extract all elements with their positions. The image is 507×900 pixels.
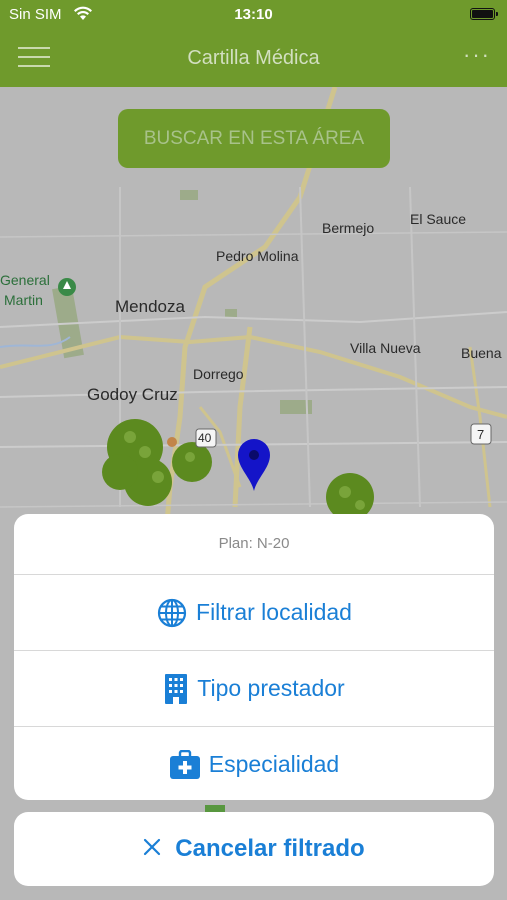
map-label-dorrego: Dorrego [193, 366, 244, 382]
provider-type-label: Tipo prestador [197, 675, 345, 701]
battery-icon [470, 8, 498, 20]
location-pin-icon[interactable] [237, 438, 271, 492]
map-label-el-sauce: El Sauce [410, 211, 467, 227]
specialty-button[interactable]: Especialidad [14, 727, 494, 800]
medical-kit-icon [169, 749, 201, 780]
cancel-filter-button[interactable]: Cancelar filtrado [14, 812, 494, 886]
status-bar: Sin SIM 13:10 [0, 0, 507, 30]
map-label-martin: Martin [4, 292, 43, 308]
plan-label: Plan: N-20 [14, 514, 494, 575]
close-icon [143, 835, 161, 863]
route-badge-7: 7 [477, 427, 485, 442]
map-label-buena: Buena [461, 345, 502, 361]
search-this-area-button[interactable]: BUSCAR EN ESTA ÁREA [118, 109, 390, 168]
cancel-filter-label: Cancelar filtrado [175, 835, 365, 862]
map-label-villa-nueva: Villa Nueva [350, 340, 421, 356]
navigation-bar: Cartilla Médica ··· [0, 30, 507, 87]
more-options-icon[interactable]: ··· [463, 42, 491, 68]
clock: 13:10 [234, 6, 273, 23]
route-badge-40: 40 [198, 431, 212, 445]
map-label-godoy-cruz: Godoy Cruz [87, 385, 178, 404]
map-label-general: General [0, 272, 50, 288]
filter-action-sheet: Plan: N-20 Filtrar localidad Tipo presta… [14, 514, 494, 800]
building-icon [163, 673, 189, 705]
provider-type-button[interactable]: Tipo prestador [14, 651, 494, 727]
map-label-bermejo: Bermejo [322, 220, 375, 236]
filter-location-label: Filtrar localidad [196, 599, 352, 625]
page-title: Cartilla Médica [187, 47, 320, 69]
map-label-pedro-molina: Pedro Molina [216, 248, 299, 264]
map-label-mendoza: Mendoza [115, 297, 185, 316]
specialty-label: Especialidad [208, 751, 340, 777]
globe-icon [156, 597, 188, 629]
filter-location-button[interactable]: Filtrar localidad [14, 575, 494, 651]
